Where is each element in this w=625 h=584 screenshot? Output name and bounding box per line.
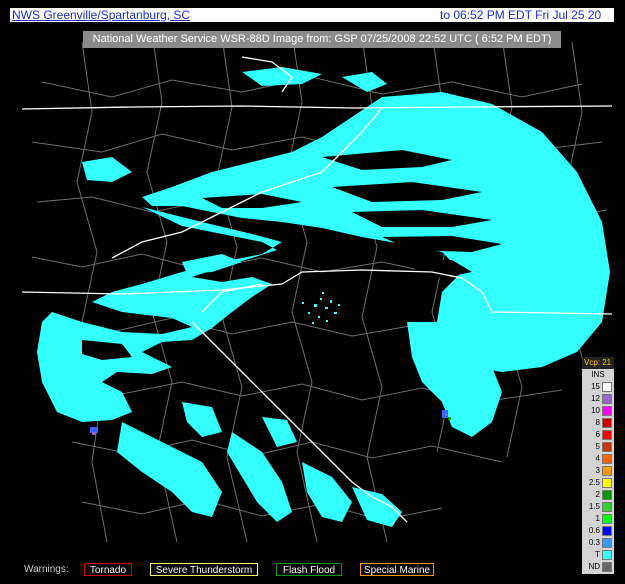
legend-row: 2 bbox=[582, 489, 614, 501]
legend-swatch bbox=[602, 430, 612, 440]
precip-legend: Vcp: 21 INS 15 12 10 8 6 5 4 3 2.5 2 1.5… bbox=[582, 357, 614, 574]
office-link[interactable]: NWS Greenville/Spartanburg, SC bbox=[12, 8, 190, 22]
warnings-bar: Warnings: Tornado Severe Thunderstorm Fl… bbox=[22, 562, 582, 578]
legend-row: 10 bbox=[582, 405, 614, 417]
valid-time: to 06:52 PM EDT Fri Jul 25 20 bbox=[440, 8, 602, 22]
legend-row: 1.5 bbox=[582, 501, 614, 513]
legend-row: 12 bbox=[582, 393, 614, 405]
legend-swatch bbox=[602, 406, 612, 416]
legend-units: INS bbox=[591, 370, 605, 379]
legend-swatch bbox=[602, 538, 612, 548]
legend-swatch bbox=[602, 466, 612, 476]
legend-row: 8 bbox=[582, 417, 614, 429]
legend-row: 1 bbox=[582, 513, 614, 525]
special-marine-warning-button[interactable]: Special Marine bbox=[360, 563, 434, 576]
precipitation-echoes bbox=[37, 67, 610, 527]
legend-row: 3 bbox=[582, 465, 614, 477]
warnings-label: Warnings: bbox=[24, 564, 69, 575]
legend-swatch bbox=[602, 562, 612, 572]
radar-window: NWS Greenville/Spartanburg, SC to 06:52 … bbox=[0, 0, 625, 584]
radar-map[interactable] bbox=[22, 22, 612, 562]
legend-row: T bbox=[582, 549, 614, 561]
legend-row: ND bbox=[582, 561, 614, 573]
legend-swatch bbox=[602, 490, 612, 500]
flash-flood-warning-button[interactable]: Flash Flood bbox=[276, 563, 342, 576]
product-header: National Weather Service WSR-88D Image f… bbox=[83, 31, 561, 48]
legend-row: 2.5 bbox=[582, 477, 614, 489]
ground-clutter bbox=[302, 292, 340, 324]
legend-swatch bbox=[602, 550, 612, 560]
top-bar: NWS Greenville/Spartanburg, SC to 06:52 … bbox=[10, 8, 614, 22]
legend-swatch bbox=[602, 478, 612, 488]
legend-row: 6 bbox=[582, 429, 614, 441]
legend-swatch bbox=[602, 454, 612, 464]
legend-swatch bbox=[602, 526, 612, 536]
legend-row: 0.3 bbox=[582, 537, 614, 549]
radar-map-canvas bbox=[22, 31, 612, 543]
legend-swatch bbox=[602, 502, 612, 512]
legend-swatch bbox=[602, 418, 612, 428]
tornado-warning-button[interactable]: Tornado bbox=[84, 563, 132, 576]
severe-thunderstorm-warning-button[interactable]: Severe Thunderstorm bbox=[150, 563, 258, 576]
legend-row: 0.6 bbox=[582, 525, 614, 537]
legend-swatch bbox=[602, 442, 612, 452]
legend-title: Vcp: 21 bbox=[582, 357, 614, 369]
legend-row: 15 bbox=[582, 381, 614, 393]
legend-swatch bbox=[602, 394, 612, 404]
legend-swatch bbox=[602, 514, 612, 524]
legend-swatch bbox=[602, 382, 612, 392]
legend-row: 4 bbox=[582, 453, 614, 465]
legend-row: 5 bbox=[582, 441, 614, 453]
